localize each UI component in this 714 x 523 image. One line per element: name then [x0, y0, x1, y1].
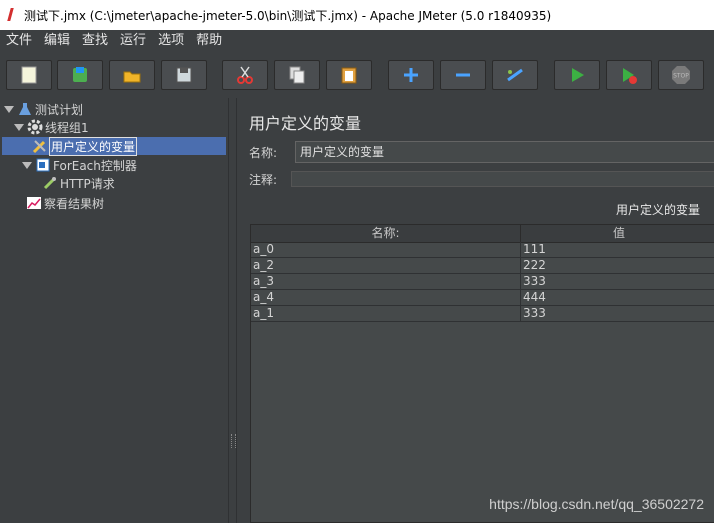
cell-name[interactable]: a_3 — [251, 274, 521, 289]
copy-icon — [289, 66, 305, 84]
variables-table: 名称: 值 a_0 111 a_2 222 a_3 333 a_4 444 a_… — [250, 224, 714, 523]
cell-value[interactable]: 222 — [521, 258, 714, 273]
menu-run[interactable]: 运行 — [114, 30, 152, 52]
expand-button[interactable] — [388, 60, 434, 90]
tree-label: HTTP请求 — [60, 176, 115, 191]
menu-edit[interactable]: 编辑 — [38, 30, 76, 52]
cell-name[interactable]: a_0 — [251, 242, 521, 257]
column-header-value[interactable]: 值 — [521, 225, 714, 242]
stop-icon: STOP — [672, 66, 690, 84]
collapse-button[interactable] — [440, 60, 486, 90]
cut-button[interactable] — [222, 60, 268, 90]
tree-node-thread-group[interactable]: 线程组1 — [14, 118, 89, 136]
tree-node-user-vars[interactable]: 用户定义的变量 — [2, 136, 226, 156]
panel-title: 用户定义的变量 — [249, 114, 362, 133]
controller-icon — [35, 157, 51, 173]
cell-name[interactable]: a_1 — [251, 306, 521, 321]
expand-arrow-icon[interactable] — [22, 161, 32, 169]
cell-value[interactable]: 333 — [521, 274, 714, 289]
menu-search[interactable]: 查找 — [76, 30, 114, 52]
jmeter-feather-icon — [6, 8, 16, 22]
flask-icon — [17, 101, 33, 117]
tree-node-test-plan[interactable]: 测试计划 — [4, 100, 83, 118]
toggle-icon — [507, 68, 523, 82]
templates-button[interactable] — [57, 60, 103, 90]
tree-node-results-tree[interactable]: 察看结果树 — [26, 194, 104, 212]
cell-name[interactable]: a_2 — [251, 258, 521, 273]
section-title: 用户定义的变量 — [615, 203, 700, 217]
name-row: 名称: — [249, 141, 295, 163]
gear-icon — [27, 119, 43, 135]
menu-help[interactable]: 帮助 — [190, 30, 228, 52]
templates-icon — [73, 67, 87, 82]
table-row[interactable]: a_1 333 — [251, 306, 714, 322]
new-button[interactable] — [6, 60, 52, 90]
menu-options[interactable]: 选项 — [152, 30, 190, 52]
stop-icon-text: STOP — [673, 73, 689, 80]
open-button[interactable] — [109, 60, 155, 90]
wrench-icon — [32, 138, 48, 154]
name-label: 名称: — [249, 145, 278, 160]
user-vars-panel: 用户定义的变量 名称: 用户定义的变量 注释: 用户定义的变量 名称: 值 a_… — [237, 98, 714, 523]
pipette-icon — [42, 175, 58, 191]
stop-button[interactable]: STOP — [658, 60, 704, 90]
toggle-button[interactable] — [492, 60, 538, 90]
tree-node-foreach[interactable]: ForEach控制器 — [22, 156, 137, 174]
table-header: 名称: 值 — [251, 225, 714, 243]
table-row[interactable]: a_0 111 — [251, 242, 714, 258]
name-field[interactable]: 用户定义的变量 — [295, 141, 714, 163]
table-row[interactable]: a_3 333 — [251, 274, 714, 290]
column-header-name[interactable]: 名称: — [251, 225, 521, 242]
start-button[interactable] — [554, 60, 600, 90]
pane-splitter[interactable] — [228, 98, 237, 523]
table-row[interactable]: a_4 444 — [251, 290, 714, 306]
tree-label: 察看结果树 — [44, 196, 105, 211]
start-no-pause-icon — [623, 68, 637, 84]
window-title: 测试下.jmx (C:\jmeter\apache-jmeter-5.0\bin… — [24, 8, 552, 23]
expand-arrow-icon[interactable] — [14, 123, 24, 131]
cell-name[interactable]: a_4 — [251, 290, 521, 305]
save-icon — [176, 67, 192, 83]
tree-node-http[interactable]: HTTP请求 — [42, 174, 115, 192]
start-no-pause-button[interactable] — [606, 60, 652, 90]
table-row[interactable]: a_2 222 — [251, 258, 714, 274]
collapse-icon — [456, 73, 470, 77]
tree-label: ForEach控制器 — [53, 158, 137, 173]
open-icon — [123, 71, 141, 83]
new-icon — [21, 66, 37, 84]
cut-icon — [237, 66, 253, 84]
save-button[interactable] — [161, 60, 207, 90]
menu-file[interactable]: 文件 — [0, 30, 38, 52]
paste-icon — [341, 67, 357, 84]
comment-row: 注释: — [249, 168, 295, 190]
expand-arrow-icon[interactable] — [4, 105, 14, 113]
menu-bar: 文件 编辑 查找 运行 选项 帮助 — [0, 30, 714, 52]
toolbar: STOP — [0, 52, 714, 98]
tree-label: 线程组1 — [45, 120, 89, 135]
expand-icon — [404, 68, 418, 82]
cell-value[interactable]: 333 — [521, 306, 714, 321]
tree-label: 测试计划 — [35, 102, 84, 117]
paste-button[interactable] — [326, 60, 372, 90]
start-icon — [572, 68, 584, 82]
title-bar: 测试下.jmx (C:\jmeter\apache-jmeter-5.0\bin… — [0, 0, 714, 30]
tree-label: 用户定义的变量 — [48, 136, 138, 156]
comment-field[interactable] — [291, 171, 714, 187]
chart-icon — [26, 195, 42, 211]
comment-label: 注释: — [249, 172, 278, 187]
cell-value[interactable]: 444 — [521, 290, 714, 305]
splitter-grip[interactable] — [231, 434, 236, 448]
cell-value[interactable]: 111 — [521, 242, 714, 257]
watermark: https://blog.csdn.net/qq_36502272 — [489, 496, 704, 512]
copy-button[interactable] — [274, 60, 320, 90]
test-plan-tree: 测试计划 线程组1 用户定义的变量 ForEach控制器 HTTP请求 察看结果… — [0, 98, 228, 523]
